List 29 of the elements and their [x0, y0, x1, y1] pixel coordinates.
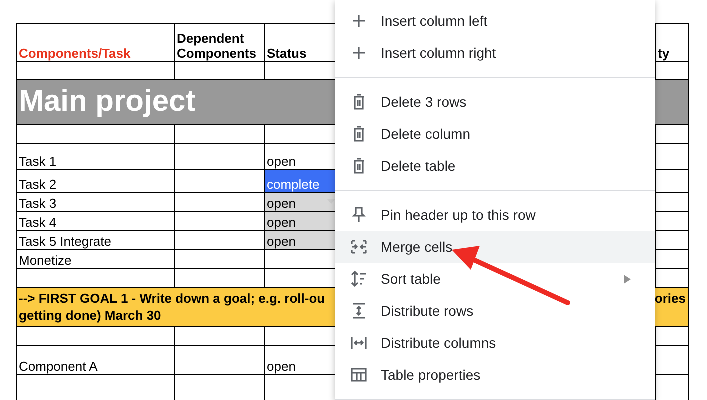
- menu-item[interactable]: Insert column left: [335, 5, 655, 37]
- table-icon: [349, 365, 369, 385]
- menu-item[interactable]: Sort table: [335, 263, 655, 295]
- menu-item[interactable]: Table properties: [335, 359, 655, 391]
- task-name: Component A: [19, 359, 98, 374]
- dropdown-icon[interactable]: [327, 199, 336, 205]
- column-header: ty: [658, 46, 670, 60]
- goal-text: getting done) March 30: [19, 307, 162, 324]
- task-name: Task 4: [19, 215, 57, 230]
- sort-icon: [349, 269, 369, 289]
- task-name: Task 3: [19, 196, 57, 210]
- menu-item[interactable]: Delete 3 rows: [335, 86, 655, 118]
- menu-item[interactable]: Delete table: [335, 150, 655, 182]
- task-name: Task 5 Integrate: [19, 234, 112, 248]
- column-header: Components/Task: [19, 46, 131, 60]
- task-name: Task 2: [19, 177, 57, 192]
- goal-text: ories: [654, 290, 686, 308]
- task-name: Task 1: [19, 154, 57, 168]
- pin-icon: [349, 205, 369, 225]
- merge-icon: [349, 237, 369, 257]
- column-header: Status: [267, 46, 307, 60]
- menu-item[interactable]: Merge cells: [335, 231, 655, 263]
- menu-item[interactable]: Distribute columns: [335, 327, 655, 359]
- menu-item[interactable]: Insert column right: [335, 37, 655, 69]
- column-header: Dependent Components: [177, 31, 256, 60]
- goal-text: --> FIRST GOAL 1 - Write down a goal; e.g. roll-ou: [19, 290, 326, 307]
- task-name: Monetize: [19, 253, 72, 268]
- menu-item[interactable]: Pin header up to this row: [335, 199, 655, 231]
- menu-item[interactable]: Distribute rows: [335, 295, 655, 327]
